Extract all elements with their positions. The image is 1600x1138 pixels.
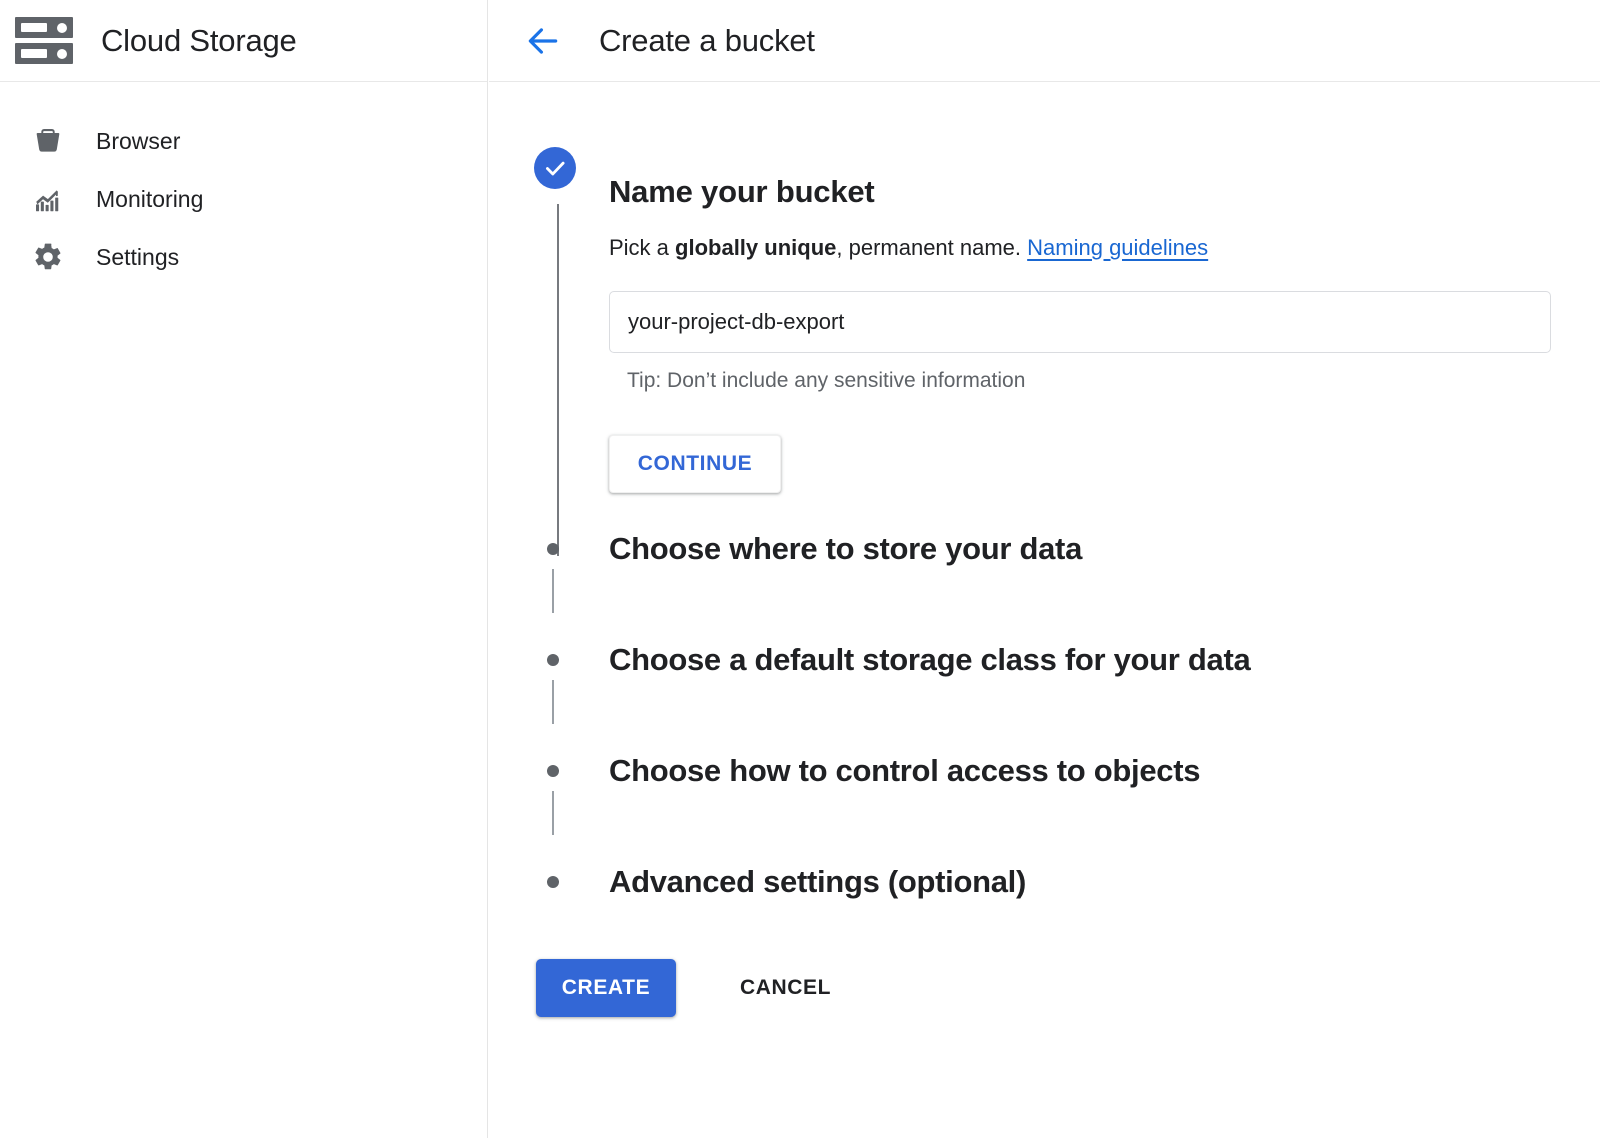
sidebar-item-label: Monitoring xyxy=(96,185,204,212)
cancel-button[interactable]: CANCEL xyxy=(724,964,847,1012)
sidebar-item-monitoring[interactable]: Monitoring xyxy=(0,170,487,228)
sidebar-nav: Browser Monitoring Settings xyxy=(0,82,487,286)
desc-bold: globally unique xyxy=(675,234,837,260)
app-title: Cloud Storage xyxy=(101,22,297,58)
step-choose-access-control[interactable]: Choose how to control access to objects xyxy=(489,715,1600,836)
step-bullet-icon xyxy=(547,543,559,556)
bucket-name-tip: Tip: Don’t include any sensitive informa… xyxy=(627,369,1026,393)
step-title: Choose how to control access to objects xyxy=(609,752,1201,788)
step-bullet-icon xyxy=(547,876,559,889)
create-bucket-page: Cloud Storage Browser Monitoring Setting… xyxy=(0,0,1600,1138)
bucket-creation-stepper: Name your bucket Pick a globally unique,… xyxy=(489,82,1600,1018)
sidebar-item-label: Browser xyxy=(96,127,181,154)
arrow-left-icon[interactable] xyxy=(519,17,567,65)
gear-icon xyxy=(28,237,68,277)
step-title: Advanced settings (optional) xyxy=(609,863,1027,899)
step-title: Choose where to store your data xyxy=(609,530,1083,566)
step-title: Name your bucket xyxy=(609,173,875,209)
page-title: Create a bucket xyxy=(599,22,815,58)
sidebar-item-browser[interactable]: Browser xyxy=(0,112,487,170)
desc-suffix: , permanent name. xyxy=(836,234,1028,260)
check-circle-icon xyxy=(534,147,576,189)
step-choose-storage-class[interactable]: Choose a default storage class for your … xyxy=(489,604,1600,725)
chart-icon xyxy=(28,179,68,219)
server-rack-icon xyxy=(15,16,73,66)
step-description: Pick a globally unique, permanent name. … xyxy=(609,235,1600,261)
create-button[interactable]: CREATE xyxy=(536,959,676,1018)
sidebar-item-label: Settings xyxy=(96,243,180,270)
sidebar-header: Cloud Storage xyxy=(0,0,487,82)
step-choose-where-to-store[interactable]: Choose where to store your data xyxy=(489,493,1600,614)
sidebar: Cloud Storage Browser Monitoring Setting… xyxy=(0,0,488,1138)
naming-guidelines-link[interactable]: Naming guidelines xyxy=(1027,235,1208,260)
bucket-name-input[interactable] xyxy=(609,291,1551,354)
content-panel: Create a bucket Name your bucket Pick a … xyxy=(489,0,1600,1138)
step-bullet-icon xyxy=(547,765,559,778)
sidebar-item-settings[interactable]: Settings xyxy=(0,228,487,286)
continue-button[interactable]: CONTINUE xyxy=(609,435,781,494)
content-header: Create a bucket xyxy=(489,0,1600,82)
form-actions: CREATE CANCEL xyxy=(489,959,1600,1018)
step-title: Choose a default storage class for your … xyxy=(609,641,1251,677)
bucket-icon xyxy=(28,121,68,161)
step-advanced-settings[interactable]: Advanced settings (optional) xyxy=(489,826,1600,937)
desc-prefix: Pick a xyxy=(609,234,676,260)
step-name-your-bucket: Name your bucket Pick a globally unique,… xyxy=(489,82,1600,556)
step-bullet-icon xyxy=(547,654,559,667)
